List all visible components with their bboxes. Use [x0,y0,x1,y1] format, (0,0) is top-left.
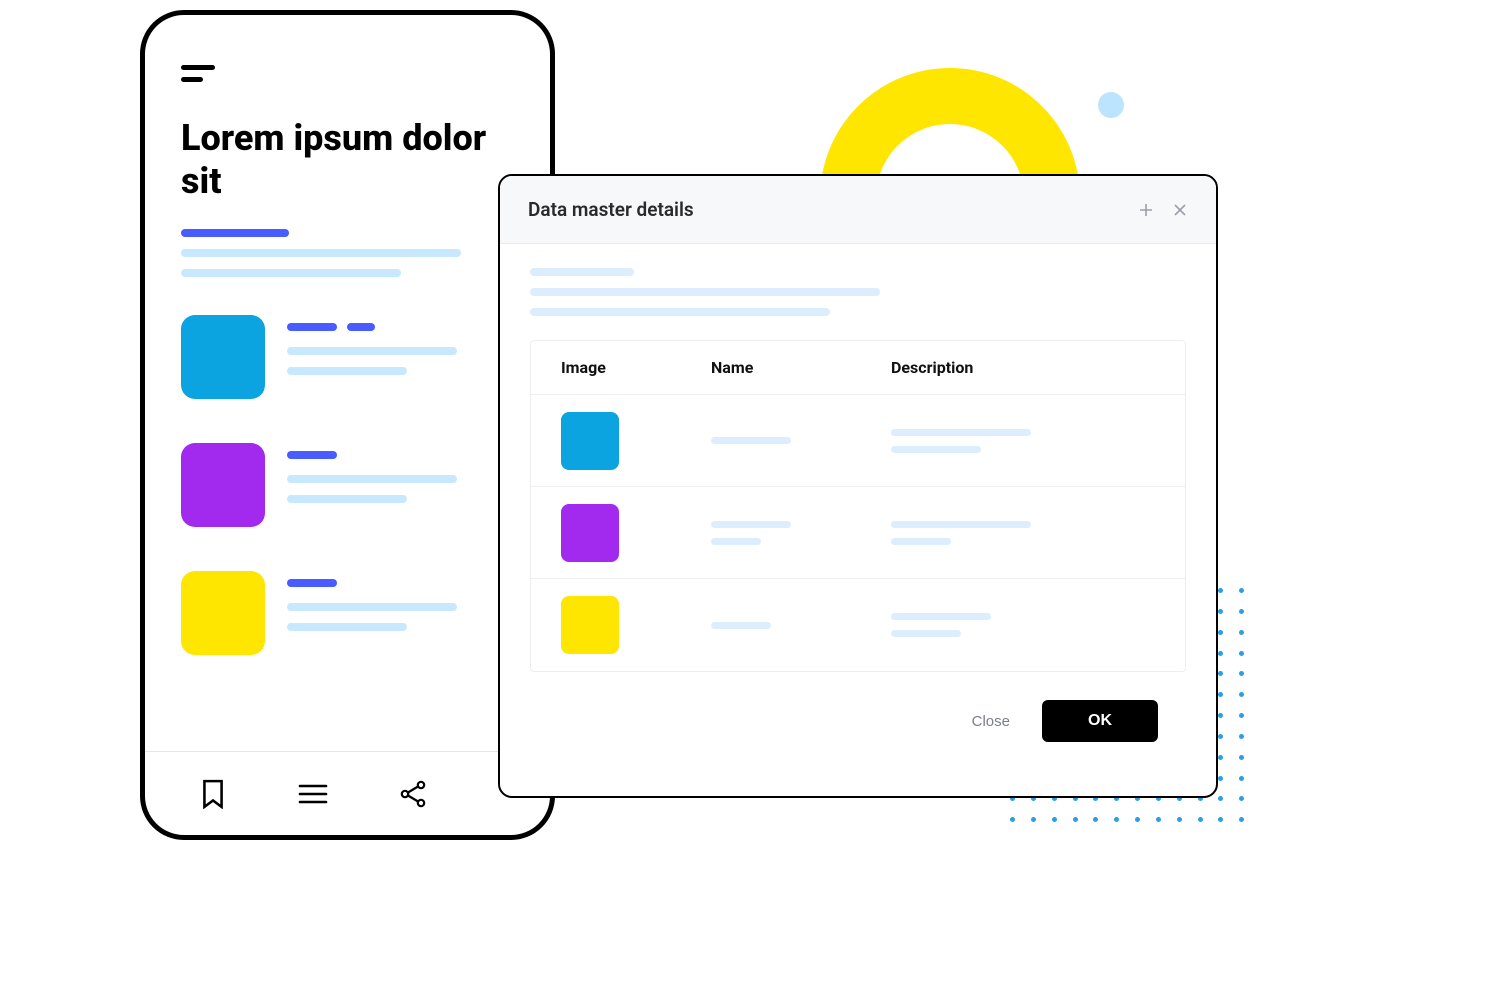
table-header: Image Name Description [531,341,1185,395]
cell-description [891,521,1155,545]
row-thumb-yellow [561,596,619,654]
close-button[interactable]: Close [966,703,1016,740]
cell-description [891,429,1155,453]
col-description: Description [891,358,1155,377]
row-thumb-purple [561,504,619,562]
bookmark-icon[interactable] [197,778,229,810]
list-icon[interactable] [297,778,329,810]
modal-header: Data master details [500,176,1216,244]
intro-skeleton [181,229,514,277]
data-master-modal: Data master details Image Name Descripti… [498,174,1218,798]
list-item-lines [287,443,514,527]
row-thumb-cyan [561,412,619,470]
share-icon[interactable] [397,778,429,810]
modal-title: Data master details [528,198,694,221]
thumbnail-cyan [181,315,265,399]
table-row[interactable] [531,395,1185,487]
ok-button[interactable]: OK [1042,700,1158,742]
table-row[interactable] [531,487,1185,579]
modal-footer: Close OK [530,700,1186,768]
phone-mockup: Lorem ipsum dolor sit [140,10,555,840]
cell-name [711,521,891,545]
cell-name [711,437,891,444]
thumbnail-yellow [181,571,265,655]
menu-icon[interactable] [181,65,215,83]
phone-bottom-bar [145,751,550,835]
thumbnail-purple [181,443,265,527]
table-row[interactable] [531,579,1185,671]
col-image: Image [561,358,711,377]
close-icon[interactable] [1172,202,1188,218]
add-icon[interactable] [1138,202,1154,218]
list-item-lines [287,571,514,655]
list-item[interactable] [181,443,514,527]
cell-name [711,622,891,629]
col-name: Name [711,358,891,377]
list-item-lines [287,315,514,399]
list-item[interactable] [181,315,514,399]
data-table: Image Name Description [530,340,1186,672]
list-item[interactable] [181,571,514,655]
page-title: Lorem ipsum dolor sit [181,117,514,203]
modal-intro-skeleton [530,268,1186,316]
decor-blue-dot [1098,92,1124,118]
cell-description [891,613,1155,637]
